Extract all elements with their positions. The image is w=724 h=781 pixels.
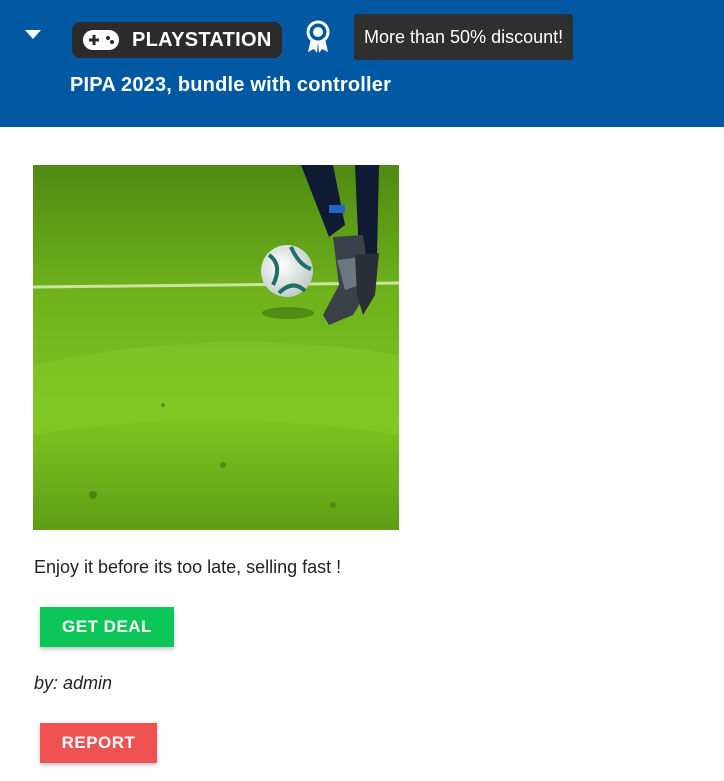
report-button[interactable]: REPORT bbox=[40, 723, 157, 763]
platform-label: PLAYSTATION bbox=[132, 28, 272, 51]
caret-down-icon[interactable] bbox=[22, 26, 44, 42]
deal-header: PLAYSTATION More than 50% discount! PIPA… bbox=[0, 0, 724, 127]
deal-description: Enjoy it before its too late, selling fa… bbox=[34, 557, 342, 577]
get-deal-button[interactable]: GET DEAL bbox=[40, 607, 174, 647]
gamepad-icon bbox=[83, 30, 119, 50]
award-ribbon-icon[interactable] bbox=[304, 20, 332, 54]
deal-author: by: admin bbox=[34, 673, 113, 693]
discount-tooltip: More than 50% discount! bbox=[354, 14, 574, 60]
platform-badge[interactable]: PLAYSTATION bbox=[72, 22, 282, 58]
deal-title[interactable]: PIPA 2023, bundle with controller bbox=[70, 74, 391, 97]
deal-image[interactable] bbox=[33, 165, 399, 530]
